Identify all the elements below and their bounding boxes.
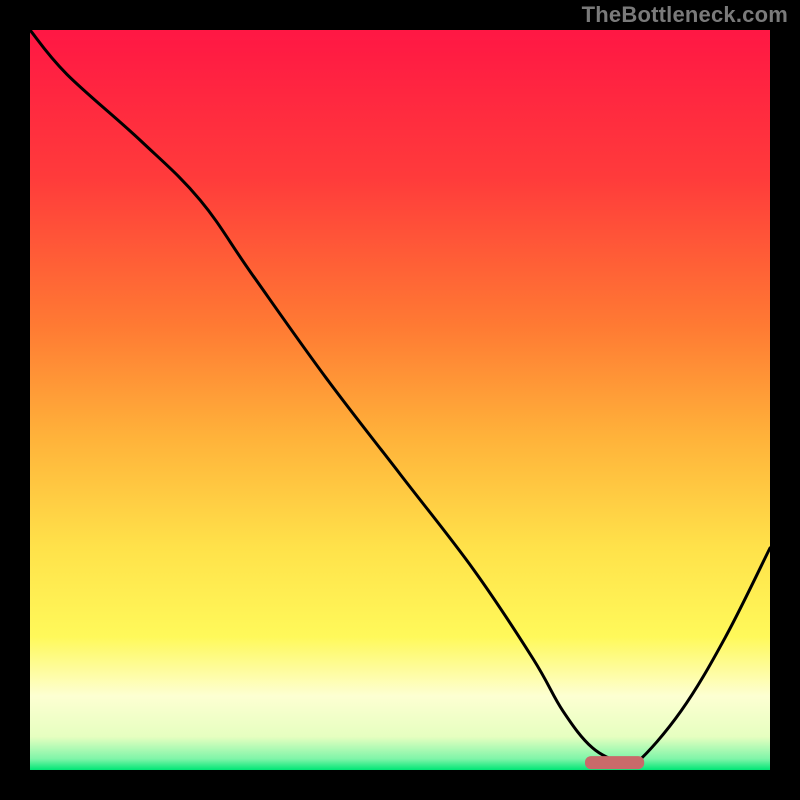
bottleneck-chart xyxy=(0,0,800,800)
chart-frame: { "watermark": "TheBottleneck.com", "col… xyxy=(0,0,800,800)
watermark-text: TheBottleneck.com xyxy=(582,2,788,28)
optimum-marker xyxy=(585,756,644,769)
